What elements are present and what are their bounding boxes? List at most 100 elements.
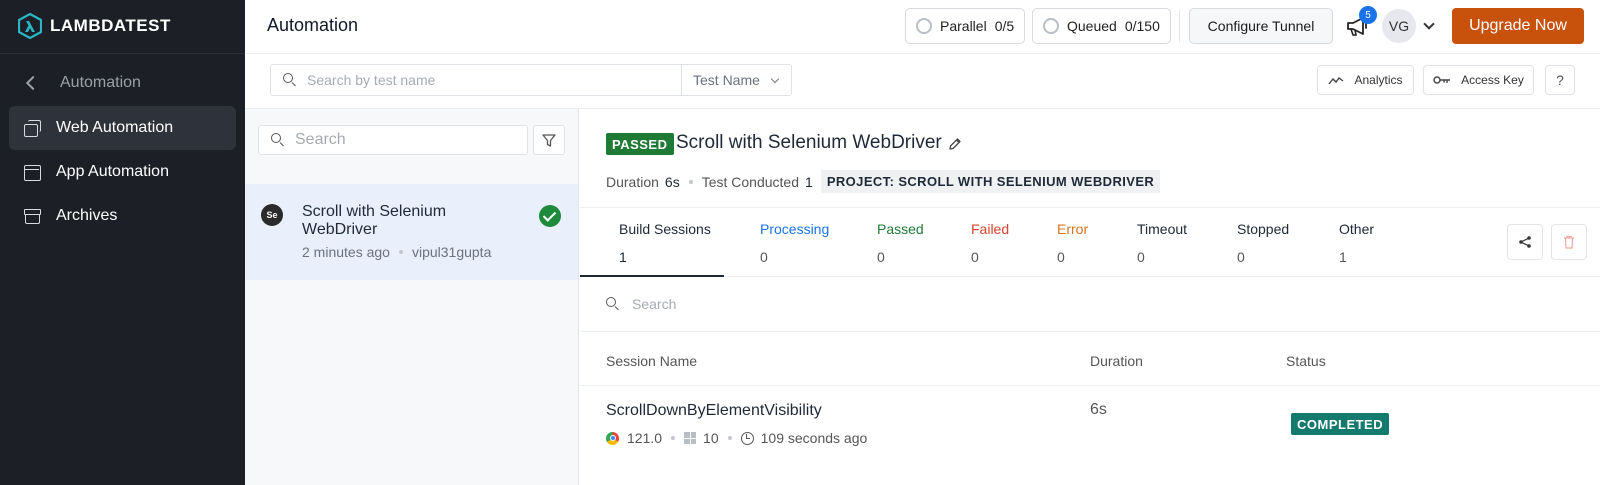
- queued-indicator[interactable]: Queued 0/150: [1032, 8, 1171, 44]
- circle-icon: [916, 18, 932, 34]
- os-version: 10: [703, 430, 719, 446]
- tab-count: 0: [1057, 249, 1065, 265]
- access-key-button[interactable]: Access Key: [1423, 65, 1534, 95]
- test-conducted-label: Test Conducted: [701, 173, 800, 190]
- tab-processing[interactable]: Processing 0: [760, 208, 850, 277]
- chevron-down-icon: [770, 74, 780, 83]
- tab-count: 0: [760, 249, 768, 265]
- upgrade-now-button[interactable]: Upgrade Now: [1452, 8, 1584, 44]
- sidebar-item-label: Archives: [56, 207, 118, 224]
- queued-count: 0/150: [1124, 18, 1160, 34]
- tab-other[interactable]: Other 1: [1339, 208, 1399, 277]
- tab-label: Passed: [877, 221, 924, 237]
- brand-logo[interactable]: LAMBDATEST: [18, 10, 171, 42]
- sidebar-divider: [0, 53, 245, 54]
- search-by-select[interactable]: Test Name: [681, 64, 792, 96]
- build-user: vipul31gupta: [411, 244, 492, 260]
- parallel-indicator[interactable]: Parallel 0/5: [905, 8, 1026, 44]
- search-by-value: Test Name: [693, 72, 760, 88]
- session-status-badge: COMPLETED: [1291, 413, 1390, 435]
- tab-count: 0: [877, 249, 885, 265]
- tab-timeout[interactable]: Timeout 0: [1137, 208, 1207, 277]
- tab-count: 1: [619, 249, 627, 265]
- configure-tunnel-button[interactable]: Configure Tunnel: [1189, 8, 1333, 44]
- tab-label: Build Sessions: [619, 221, 711, 237]
- project-tag: PROJECT: SCROLL WITH SELENIUM WEBDRIVER: [820, 170, 1161, 193]
- clock-icon: [740, 431, 754, 445]
- search-icon: [283, 73, 297, 87]
- top-header: Automation Parallel 0/5 Queued 0/150 Con…: [245, 0, 1600, 54]
- back-label: Automation: [60, 74, 141, 91]
- lambdatest-logo-icon: [18, 13, 42, 39]
- stack-icon: [24, 120, 41, 137]
- analytics-button[interactable]: Analytics: [1317, 65, 1414, 95]
- session-search-box[interactable]: [580, 277, 1600, 332]
- chevron-down-icon[interactable]: [1423, 18, 1435, 30]
- tab-label: Timeout: [1137, 221, 1188, 237]
- session-elapsed: 109 seconds ago: [760, 430, 868, 446]
- session-duration: 6s: [1090, 401, 1107, 418]
- tab-build-sessions[interactable]: Build Sessions 1: [580, 208, 724, 277]
- build-detail: PASSED Scroll with Selenium WebDriver Du…: [580, 109, 1600, 485]
- duration-label: Duration: [606, 173, 659, 190]
- build-search-input[interactable]: [295, 131, 515, 149]
- search-icon: [271, 133, 285, 147]
- test-search-input[interactable]: [307, 72, 667, 88]
- tab-label: Processing: [760, 221, 830, 237]
- search-icon: [606, 297, 620, 311]
- tab-count: 0: [1137, 249, 1145, 265]
- sidebar-item-label: App Automation: [56, 163, 169, 180]
- back-to-automation-link[interactable]: Automation: [22, 74, 141, 92]
- build-name: Scroll with Selenium WebDriver: [302, 203, 447, 238]
- build-status-badge: PASSED: [606, 133, 674, 155]
- build-title: Scroll with Selenium WebDriver: [676, 132, 942, 153]
- browser-version: 121.0: [627, 430, 663, 446]
- tab-label: Failed: [971, 221, 1010, 237]
- tab-stopped[interactable]: Stopped 0: [1237, 208, 1307, 277]
- help-button[interactable]: ?: [1545, 65, 1575, 95]
- tab-count: 1: [1339, 249, 1347, 265]
- trash-icon: [1564, 235, 1574, 249]
- access-key-label: Access Key: [1461, 73, 1524, 87]
- tab-count: 0: [971, 249, 979, 265]
- sidebar-item-archives[interactable]: Archives: [9, 194, 236, 238]
- session-status-tabs: Build Sessions 1 Processing 0 Passed 0 F…: [580, 207, 1600, 277]
- separator-dot: [688, 179, 693, 184]
- avatar[interactable]: VG: [1382, 9, 1416, 43]
- build-time: 2 minutes ago: [302, 244, 390, 260]
- windows-icon: [684, 432, 697, 444]
- column-header-status: Status: [1286, 353, 1326, 369]
- sidebar-item-web-automation[interactable]: Web Automation: [9, 106, 236, 150]
- delete-button[interactable]: [1551, 224, 1587, 260]
- tab-failed[interactable]: Failed 0: [971, 208, 1031, 277]
- build-list-item[interactable]: Se Scroll with Selenium WebDriver 2 minu…: [245, 184, 578, 280]
- session-name-link[interactable]: ScrollDownByElementVisibility: [606, 402, 822, 420]
- table-divider: [580, 385, 1600, 386]
- tab-count: 0: [1237, 249, 1245, 265]
- pencil-icon[interactable]: [948, 137, 962, 151]
- filter-button[interactable]: [533, 125, 565, 155]
- trend-line-icon: [1328, 77, 1344, 85]
- archive-icon: [24, 208, 41, 224]
- share-button[interactable]: [1507, 224, 1543, 260]
- header-divider: [1179, 10, 1180, 42]
- share-icon: [1519, 236, 1531, 248]
- session-search-input[interactable]: [632, 296, 992, 312]
- duration-value: 6s: [664, 173, 680, 190]
- build-search-box[interactable]: [258, 125, 528, 155]
- toolbar: Test Name Analytics Access Key ?: [245, 54, 1600, 109]
- tab-passed[interactable]: Passed 0: [877, 208, 947, 277]
- test-conducted-value: 1: [805, 173, 813, 190]
- sidebar-item-app-automation[interactable]: App Automation: [9, 150, 236, 194]
- build-stats: Duration 6s Test Conducted 1 PROJECT: SC…: [606, 170, 1161, 193]
- tab-error[interactable]: Error 0: [1057, 208, 1117, 277]
- build-meta: 2 minutes ago vipul31gupta: [302, 244, 491, 260]
- parallel-label: Parallel: [940, 18, 987, 34]
- window-icon: [24, 164, 41, 181]
- test-search-box[interactable]: [270, 64, 682, 96]
- chrome-icon: [606, 431, 619, 445]
- notification-count-badge: 5: [1359, 6, 1377, 24]
- key-icon: [1433, 76, 1451, 84]
- analytics-label: Analytics: [1354, 73, 1403, 87]
- tab-label: Other: [1339, 221, 1375, 237]
